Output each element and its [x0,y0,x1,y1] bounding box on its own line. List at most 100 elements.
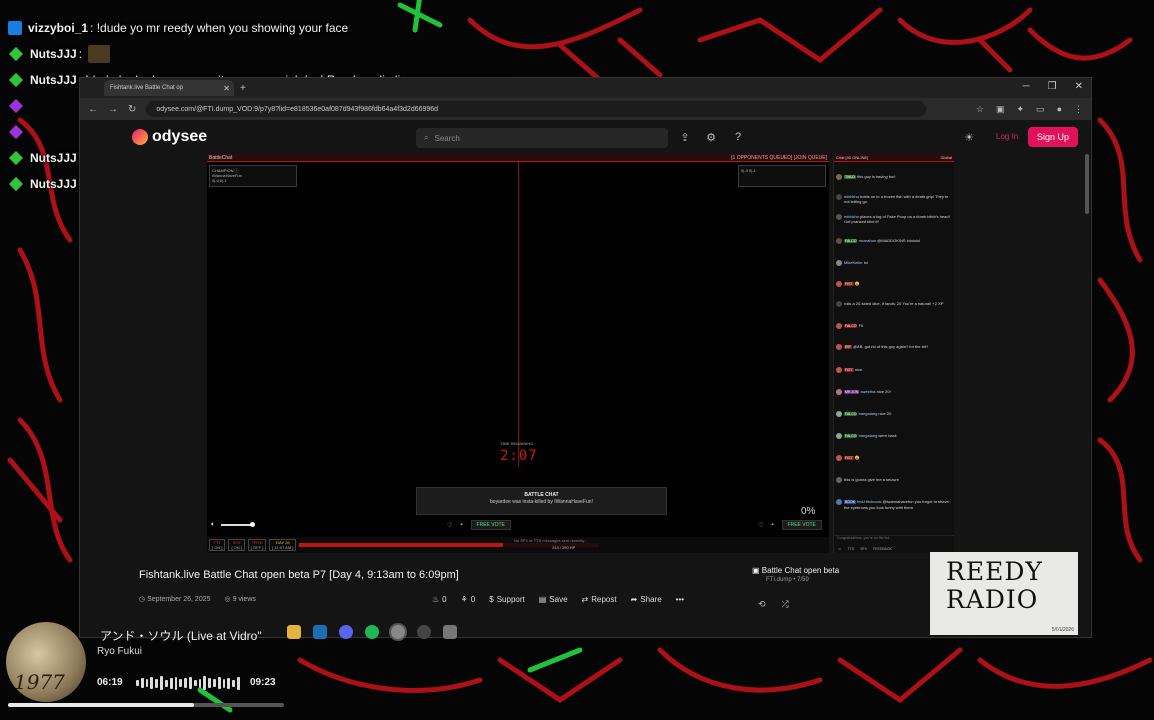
lock-icon[interactable]: ▪ [460,522,462,528]
bookmark-star-icon[interactable]: ☆ [976,104,984,115]
time-remaining-label: TIME REMAINING [500,441,534,446]
chat-username[interactable]: ted-Hitchcock [857,499,881,504]
heart-icon[interactable]: ♡ [447,522,452,529]
chat-avatar[interactable] [836,433,842,439]
chat-avatar[interactable] [836,194,842,200]
back-icon[interactable]: ← [88,104,98,115]
signup-button[interactable]: Sign Up [1028,127,1078,147]
diamond-icon [8,72,24,88]
calendar-icon: ◷ [139,596,148,603]
chat-avatar[interactable] [836,174,842,180]
chat-avatar[interactable] [836,214,842,220]
chat-footer-sfx[interactable]: SFX [860,547,867,551]
chat-message-body: mikhkhu places a log of Fake Poop on a d… [844,214,952,224]
volume-control[interactable]: 🔈︎ [211,521,256,529]
chat-username[interactable]: bangalang [859,411,878,416]
video-player[interactable]: BattleChat [1 OPPONENTS QUEUED] [JOIN QU… [207,154,829,553]
repost-button[interactable]: ⇄ Repost [582,595,617,604]
search-input[interactable]: ⌕ Search [416,128,668,148]
reload-icon[interactable]: ↻ [128,104,136,115]
support-button[interactable]: $ Support [489,595,524,604]
chat-footer-tts[interactable]: TTS [848,547,855,551]
chat-title: Chat [30 ONLINE] [836,155,869,160]
extension-icon[interactable]: ▣ [996,104,1005,115]
chat-avatar[interactable] [836,499,842,505]
menu-dots-icon[interactable]: ⋮ [1074,104,1083,115]
slime-button[interactable]: ⚘ 0 [461,595,476,604]
queue-status[interactable]: [1 OPPONENTS QUEUED] [JOIN QUEUE] [731,155,827,161]
chat-input-placeholder: Congratulations, you're on the list... [837,536,892,540]
chat-text: lol [863,260,868,265]
chat-avatar[interactable] [836,344,842,350]
chat-avatar[interactable] [836,455,842,461]
chat-avatar[interactable] [836,389,842,395]
chat-avatar[interactable] [836,367,842,373]
discord-icon[interactable] [339,625,353,639]
share-button[interactable]: ➦ Share [631,595,662,604]
obs-icon[interactable] [417,625,431,639]
chat-avatar[interactable] [836,301,842,307]
chat-avatar[interactable] [836,281,842,287]
chat-avatar[interactable] [836,238,842,244]
volume-slider[interactable] [221,522,256,527]
chrome-icon[interactable] [391,625,405,639]
login-link[interactable]: Log In [996,132,1018,141]
chat-badge: RIP [844,345,852,349]
lock-icon[interactable]: ▪ [771,522,773,528]
chat-username[interactable]: MikeKeller [844,260,863,265]
heart-icon[interactable]: ♡ [758,522,763,529]
stat-day: DAY 26[ 11:07 AM ] [269,539,297,551]
file-explorer-icon[interactable] [287,625,301,639]
stat-tts[interactable]: TTT[ ON ] [209,539,226,551]
steam-icon[interactable] [313,625,327,639]
video-date-text: September 26, 2025 [147,596,211,603]
stat-value: [ ON ] [231,545,242,550]
more-button[interactable]: ••• [676,595,684,604]
browser-tab[interactable]: Fishtank.live Battle Chat op ✕ [104,80,234,96]
free-vote-button[interactable]: FREE VOTE [470,520,511,530]
spotify-icon[interactable] [365,625,379,639]
chat-username[interactable]: bangalang [859,433,878,438]
speaker-icon[interactable]: 🔈︎ [211,521,215,529]
save-button[interactable]: ▤ Save [539,595,568,604]
waveform-bar [174,676,178,690]
forward-icon[interactable]: → [108,104,118,115]
new-tab-button[interactable]: + [240,83,246,94]
close-window-icon[interactable]: ✕ [1075,81,1083,92]
chat-scope[interactable]: Global [940,155,952,160]
chat-username[interactable]: mcmahon [859,238,877,243]
emoji-icon[interactable]: ☺ [838,547,842,551]
profile-icon[interactable]: ● [1057,104,1062,115]
chat-avatar[interactable] [836,477,842,483]
odysee-logo[interactable]: odysee [132,128,207,146]
chat-input[interactable]: Congratulations, you're on the list... [834,535,954,543]
close-icon[interactable]: ✕ [223,84,230,93]
chat-text: rolls a 20-sided dice. It lands: 20 You'… [844,301,944,306]
puzzle-icon[interactable]: ✦ [1017,104,1025,115]
fire-button[interactable]: ♨ 0 [432,595,447,604]
maximize-icon[interactable]: ❐ [1048,81,1057,92]
shuffle-icon[interactable]: ⤮ [782,599,789,610]
chat-footer-feedback[interactable]: FEEDBACK [873,547,892,551]
waveform-bar [160,676,163,690]
chat-avatar[interactable] [836,411,842,417]
playlist-panel[interactable]: ▣ Battle Chat open beta FTI.dump • 7/59 [752,566,912,583]
chat-avatar[interactable] [836,260,842,266]
theme-toggle-icon[interactable]: ☀ [962,130,976,144]
tab-bar: Fishtank.live Battle Chat op ✕ + ─ ❐ ✕ [80,78,1091,98]
loop-icon[interactable]: ⟲ [758,599,766,610]
chat-username[interactable]: sweetha [861,389,876,394]
waveform-bar [198,678,202,688]
upload-icon[interactable]: ⇪ [678,130,692,144]
minimize-icon[interactable]: ─ [1023,81,1030,92]
stat-sfx[interactable]: SFX[ ON ] [228,539,245,551]
chat-avatar[interactable] [836,323,842,329]
settings-icon[interactable]: ⚙ [704,130,718,144]
url-field[interactable]: odysee.com/@FTI.dump_VOD:9/p7y8?lid=e818… [146,101,927,117]
app-icon[interactable] [443,625,457,639]
scrollbar[interactable] [1085,154,1089,214]
stat-tryd[interactable]: TRYD[ OFF ] [247,539,267,551]
sidebar-icon[interactable]: ▭ [1036,104,1045,115]
free-vote-button[interactable]: FREE VOTE [781,520,822,530]
help-icon[interactable]: ? [731,130,745,144]
